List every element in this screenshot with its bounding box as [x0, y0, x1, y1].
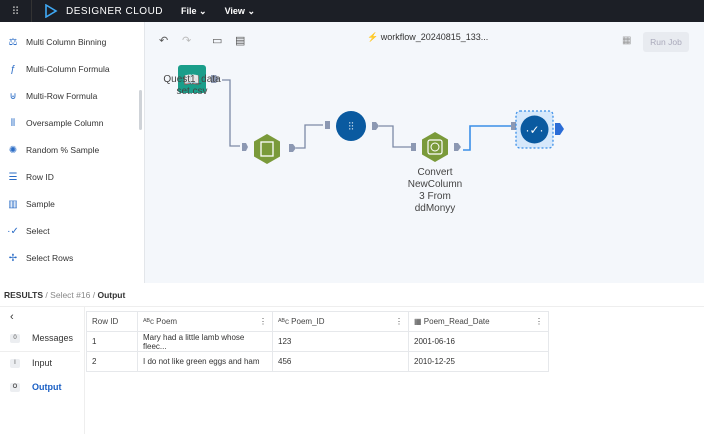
results-tabs: ‹ 0 Messages I Input O Output [0, 307, 85, 434]
table-row: 1 Mary had a little lamb whose fleec... 12… [86, 331, 549, 352]
oversample-icon: ⫴ [10, 117, 16, 129]
menu-file[interactable]: File ⌄ [181, 6, 207, 17]
column-menu-icon[interactable]: ⋮ [259, 317, 267, 326]
multi-field-node[interactable]: ⫶⫶ [325, 111, 379, 141]
column-header-poem-read-date[interactable]: ▦ Poem_Read_Date ⋮ [408, 311, 549, 332]
sidebar-item-row-id[interactable]: ☰ Row ID [6, 170, 54, 184]
binning-icon: ⚖ [8, 36, 18, 48]
input-node-label: Quest1_data set.csv [163, 74, 221, 97]
app-grid-icon[interactable]: ⠿ [0, 0, 32, 22]
column-menu-icon[interactable]: ⋮ [395, 317, 403, 326]
results-table: Row ID ᴬᴮc Poem ⋮ ᴬᴮc Poem_ID ⋮ ▦ Poem_Rea… [86, 311, 549, 372]
sidebar-item-multi-column-formula[interactable]: ƒ Multi-Column Formula [6, 62, 109, 76]
random-icon: ✺ [8, 144, 18, 156]
cell: 2001-06-16 [408, 331, 549, 352]
results-panel: ‹ 0 Messages I Input O Output Row ID ᴬᴮc Po… [0, 306, 704, 434]
tab-input[interactable]: I Input [10, 358, 52, 368]
formula-node[interactable] [242, 134, 296, 164]
sample-icon: ▥ [8, 198, 18, 210]
column-menu-icon[interactable]: ⋮ [535, 317, 543, 326]
date-type-icon: ▦ [414, 317, 424, 326]
string-type-icon: ᴬᴮc [143, 317, 157, 326]
svg-text:·✓·: ·✓· [525, 123, 543, 137]
logo-icon [45, 4, 58, 18]
sidebar-item-select[interactable]: ·✓ Select [6, 224, 49, 238]
string-type-icon: ᴬᴮc [278, 317, 292, 326]
sidebar-item-select-rows[interactable]: ✢ Select Rows [6, 251, 73, 265]
datetime-node-label: Convert NewColumn 3 From ddMonyy [407, 167, 463, 214]
cell: 2 [86, 351, 138, 372]
cell: Mary had a little lamb whose fleec... [137, 331, 273, 352]
cell: 123 [272, 331, 409, 352]
column-header-poem[interactable]: ᴬᴮc Poem ⋮ [137, 311, 273, 332]
brand: DESIGNER CLOUD [44, 4, 163, 18]
tool-palette: ⚖ Multi Column Binning ƒ Multi-Column Form… [0, 22, 145, 283]
multirow-icon: ⊎ [9, 90, 17, 102]
breadcrumb: RESULTS / Select #16 / Output [4, 290, 126, 300]
brand-name: DESIGNER CLOUD [66, 5, 164, 17]
sidebar-item-random-sample[interactable]: ✺ Random % Sample [6, 143, 99, 157]
cell: 2010-12-25 [408, 351, 549, 372]
select-icon: ·✓ [7, 225, 19, 237]
column-header-poem-id[interactable]: ᴬᴮc Poem_ID ⋮ [272, 311, 409, 332]
sidebar-item-multi-column-binning[interactable]: ⚖ Multi Column Binning [6, 35, 107, 49]
tab-messages[interactable]: 0 Messages [10, 333, 73, 343]
sidebar-item-sample[interactable]: ▥ Sample [6, 197, 55, 211]
datetime-node[interactable] [411, 132, 461, 162]
sidebar-item-multi-row-formula[interactable]: ⊎ Multi-Row Formula [6, 89, 97, 103]
connection [296, 124, 323, 149]
select-rows-icon: ✢ [8, 252, 18, 264]
collapse-icon[interactable]: ‹ [10, 311, 14, 323]
connection [463, 125, 511, 151]
table-header: Row ID ᴬᴮc Poem ⋮ ᴬᴮc Poem_ID ⋮ ▦ Poem_Rea… [86, 311, 549, 332]
cell: 456 [272, 351, 409, 372]
tab-output[interactable]: O Output [10, 382, 62, 392]
formula-icon: ƒ [10, 63, 16, 75]
svg-text:⫶⫶: ⫶⫶ [348, 121, 354, 133]
sidebar-scrollbar[interactable] [139, 90, 142, 130]
cell: 1 [86, 331, 138, 352]
connection [222, 79, 240, 147]
column-header-row-id[interactable]: Row ID [86, 311, 138, 332]
connection [379, 125, 411, 148]
workflow-graph: 📖 ⫶⫶ ·✓· [178, 65, 564, 164]
select-node[interactable]: ·✓· [511, 110, 564, 149]
menu-view[interactable]: View ⌄ [225, 6, 255, 17]
rowid-icon: ☰ [8, 171, 18, 183]
cell: I do not like green eggs and ham [137, 351, 273, 372]
table-row: 2I do not like green eggs and ham 456 2010… [86, 351, 549, 372]
top-bar: ⠿ DESIGNER CLOUD File ⌄ View ⌄ [0, 0, 704, 22]
workflow-canvas[interactable]: ↶ ↷ ▭ ▤ ⚡ workflow_20240815_133... ▦ Run… [145, 22, 704, 283]
breadcrumb-tool[interactable]: Select #16 [50, 290, 90, 300]
sidebar-item-oversample-column[interactable]: ⫴ Oversample Column [6, 116, 104, 130]
